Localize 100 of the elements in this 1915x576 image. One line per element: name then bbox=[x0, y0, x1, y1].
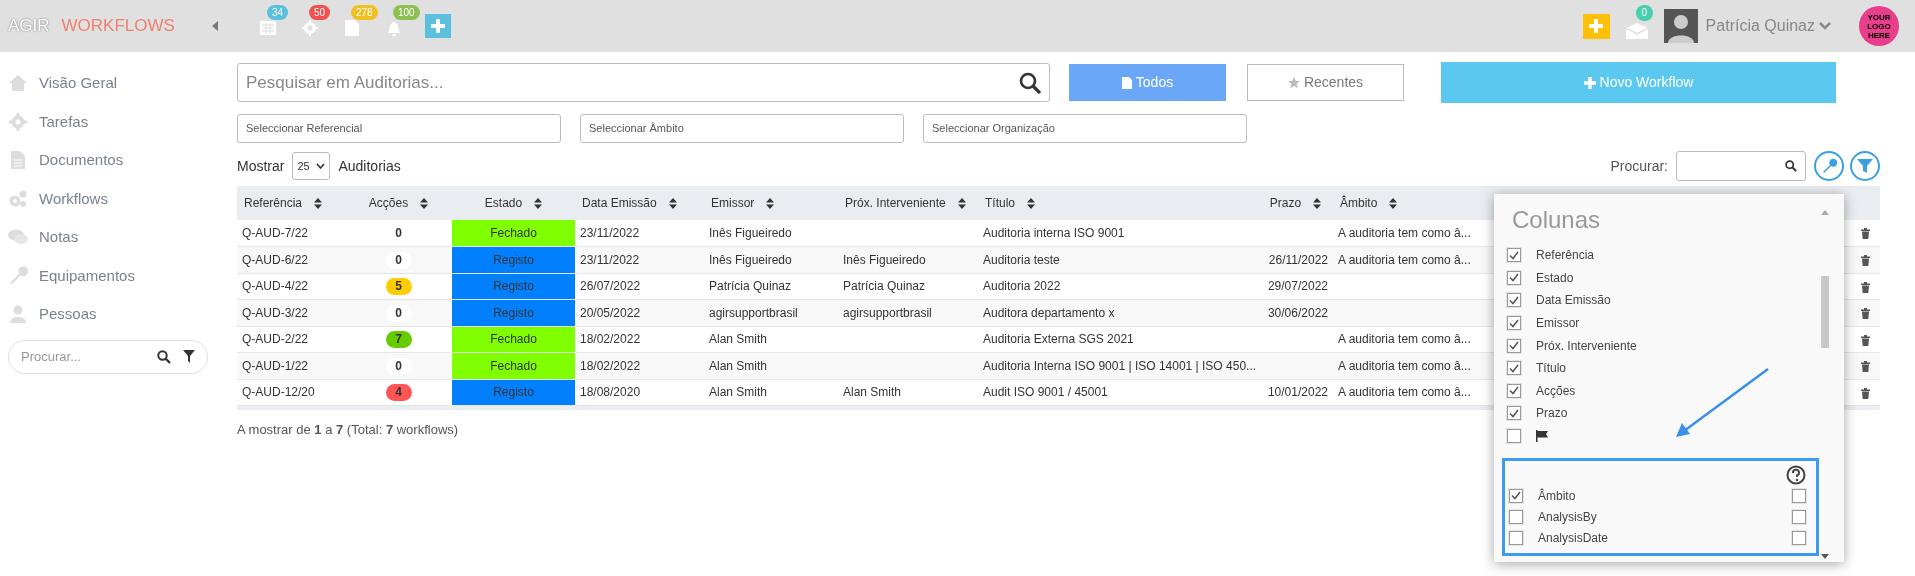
table-cell: Inês Figueiredo bbox=[709, 226, 792, 240]
table-cell: Inês Figueiredo bbox=[843, 252, 926, 267]
checkbox[interactable] bbox=[1507, 270, 1521, 285]
sidebar-item[interactable]: Equipamentos bbox=[39, 264, 135, 287]
column-option[interactable]: Referência bbox=[1536, 246, 1595, 265]
column-header[interactable]: Acções bbox=[368, 194, 409, 212]
scroll-down-icon[interactable] bbox=[1821, 554, 1829, 559]
checkbox[interactable] bbox=[1507, 361, 1521, 376]
checkbox[interactable] bbox=[1507, 429, 1521, 444]
sidebar-item[interactable]: Pessoas bbox=[39, 303, 97, 326]
checkbox[interactable] bbox=[1507, 248, 1521, 263]
select-field[interactable]: Seleccionar Organização bbox=[923, 114, 1247, 143]
select-field[interactable]: Seleccionar Referencial bbox=[237, 114, 561, 143]
sidebar-item[interactable]: Notas bbox=[39, 226, 79, 249]
column-header[interactable]: Prazo bbox=[1269, 194, 1302, 212]
checkbox[interactable] bbox=[1509, 509, 1523, 524]
plus-icon bbox=[1589, 19, 1604, 33]
trash-icon[interactable] bbox=[1860, 334, 1870, 346]
trash-icon[interactable] bbox=[1860, 255, 1870, 267]
page-size-select[interactable]: 25 bbox=[292, 152, 331, 180]
sort-icon[interactable] bbox=[1389, 197, 1398, 209]
table-cell: 20/05/2022 bbox=[580, 305, 641, 320]
trash-icon[interactable] bbox=[1860, 387, 1870, 399]
view-tab[interactable]: Recentes bbox=[1247, 64, 1404, 101]
status-cell: Registo bbox=[452, 379, 575, 406]
trash-icon[interactable] bbox=[1860, 361, 1870, 373]
search-field[interactable]: Pesquisar em Auditorias... bbox=[237, 63, 1050, 102]
trash-icon[interactable] bbox=[1860, 308, 1870, 320]
sort-icon[interactable] bbox=[957, 197, 966, 209]
filter-icon[interactable] bbox=[183, 350, 195, 363]
status-cell: Registo bbox=[452, 246, 575, 273]
table-search-field[interactable] bbox=[1676, 151, 1806, 181]
column-option[interactable]: Data Emissão bbox=[1536, 291, 1611, 310]
table-cell: Patrícia Quinaz bbox=[709, 279, 792, 294]
column-option[interactable]: AnalysisBy bbox=[1538, 507, 1777, 526]
column-option[interactable]: Âmbito bbox=[1538, 486, 1777, 505]
checkbox[interactable] bbox=[1507, 316, 1521, 331]
flag-icon bbox=[1536, 430, 1548, 443]
checkbox[interactable] bbox=[1509, 530, 1523, 545]
checkmark-icon bbox=[1509, 318, 1519, 328]
filter-button[interactable] bbox=[1850, 151, 1880, 181]
sort-icon[interactable] bbox=[314, 197, 323, 209]
sidebar-item[interactable]: Tarefas bbox=[39, 110, 89, 133]
column-header[interactable]: Âmbito bbox=[1340, 194, 1378, 212]
checkbox[interactable] bbox=[1792, 530, 1806, 545]
settings-button[interactable] bbox=[1814, 151, 1844, 181]
count-badge: 278 bbox=[350, 5, 378, 20]
column-option[interactable]: Emissor bbox=[1536, 314, 1580, 333]
table-cell: Alan Smith bbox=[709, 358, 768, 373]
count-badge: 50 bbox=[308, 5, 331, 20]
column-header[interactable]: Data Emissão bbox=[582, 194, 657, 212]
logo-text: HERE bbox=[1867, 30, 1891, 40]
checkbox[interactable] bbox=[1507, 406, 1521, 421]
table-cell: Alan Smith bbox=[709, 332, 768, 347]
column-header[interactable]: Próx. Interveniente bbox=[845, 194, 946, 212]
sort-icon[interactable] bbox=[766, 197, 775, 209]
status-cell: Registo bbox=[452, 299, 575, 326]
scrollbar-thumb[interactable] bbox=[1821, 276, 1829, 348]
column-option[interactable]: Estado bbox=[1536, 268, 1574, 287]
table-cell: Q-AUD-1/22 bbox=[242, 358, 309, 373]
column-header[interactable]: Referência bbox=[244, 194, 303, 212]
column-option[interactable]: Acções bbox=[1536, 381, 1576, 400]
column-header[interactable]: Título bbox=[985, 194, 1015, 212]
column-option[interactable]: Próx. Interveniente bbox=[1536, 336, 1637, 355]
table-cell: Auditoria Interna ISO 9001 | ISO 14001 | ISO 450... bbox=[983, 358, 1257, 373]
sidebar-item[interactable]: Visão Geral bbox=[39, 72, 118, 95]
help-icon[interactable] bbox=[1786, 465, 1806, 485]
avatar[interactable] bbox=[1663, 9, 1698, 43]
sort-icon[interactable] bbox=[1313, 197, 1322, 209]
table-cell: Alan Smith bbox=[843, 385, 902, 400]
table-cell: Inês Figueiredo bbox=[709, 252, 792, 267]
table-cell: Auditora departamento x bbox=[983, 305, 1115, 320]
column-option[interactable]: AnalysisDate bbox=[1538, 528, 1777, 547]
checkbox[interactable] bbox=[1507, 293, 1521, 308]
column-header[interactable]: Estado bbox=[484, 194, 523, 212]
sort-icon[interactable] bbox=[1027, 197, 1035, 209]
search-icon[interactable] bbox=[1785, 160, 1797, 172]
sort-icon[interactable] bbox=[420, 197, 429, 209]
column-option[interactable]: Prazo bbox=[1536, 404, 1568, 423]
status-cell: Fechado bbox=[452, 326, 575, 353]
checkbox[interactable] bbox=[1792, 509, 1806, 524]
column-option[interactable]: Título bbox=[1536, 359, 1566, 378]
checkbox[interactable] bbox=[1507, 338, 1521, 353]
collapse-icon[interactable] bbox=[210, 20, 219, 32]
checkbox[interactable] bbox=[1509, 488, 1523, 503]
trash-icon[interactable] bbox=[1860, 281, 1870, 293]
table-cell: Q-AUD-3/22 bbox=[242, 305, 309, 320]
trash-icon[interactable] bbox=[1860, 228, 1870, 240]
sidebar-item[interactable]: Documentos bbox=[39, 149, 124, 172]
chevron-down-icon[interactable] bbox=[1819, 22, 1831, 30]
search-icon[interactable] bbox=[157, 349, 171, 364]
count-badge: 0 bbox=[385, 357, 412, 375]
sort-icon[interactable] bbox=[534, 197, 543, 209]
checkbox[interactable] bbox=[1792, 488, 1806, 503]
sort-icon[interactable] bbox=[668, 197, 677, 209]
sidebar-item[interactable]: Workflows bbox=[39, 187, 108, 210]
search-icon[interactable] bbox=[1019, 71, 1041, 94]
checkbox[interactable] bbox=[1507, 383, 1521, 398]
select-field[interactable]: Seleccionar Âmbito bbox=[580, 114, 904, 143]
column-header[interactable]: Emissor bbox=[711, 194, 755, 212]
